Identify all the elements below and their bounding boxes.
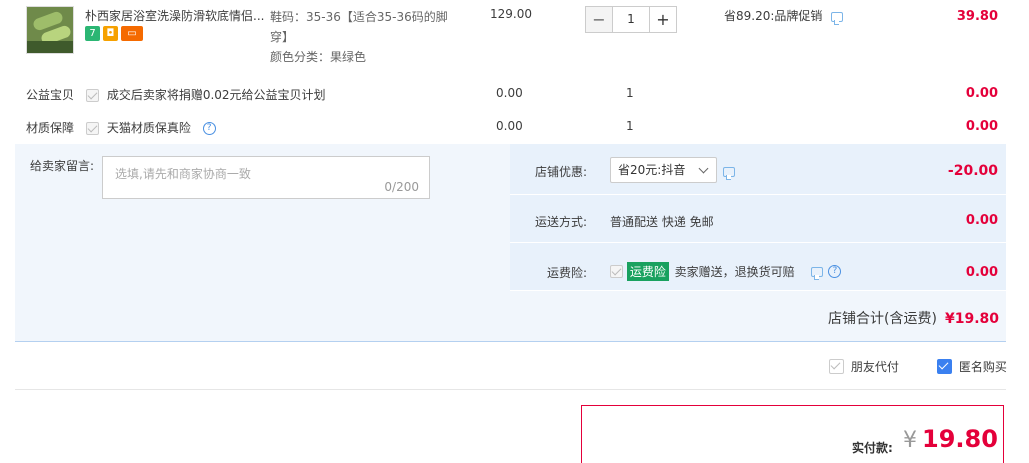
friend-pay-checkbox[interactable]	[829, 359, 844, 374]
material-text: 天猫材质保真险	[106, 121, 191, 135]
insurance-option: 运费险 卖家赠送，退换货可赔 ?	[610, 262, 842, 281]
shop-discount-select[interactable]: 省20元:抖音	[610, 157, 717, 183]
shipping-text: 普通配送 快递 免邮	[610, 215, 714, 229]
anonymous-checkbox[interactable]	[937, 359, 952, 374]
quantity-stepper: − 1 +	[585, 6, 677, 33]
memo-textarea[interactable]: 选填,请先和商家协商一致 0/200	[102, 156, 430, 199]
comment-icon[interactable]	[723, 166, 735, 180]
increase-button[interactable]: +	[649, 6, 677, 33]
charity-text: 成交后卖家将捐赠0.02元给公益宝贝计划	[106, 88, 326, 102]
payment-amount: 19.80	[922, 425, 998, 453]
charity-amount: 0.00	[965, 86, 998, 101]
charity-option: 成交后卖家将捐赠0.02元给公益宝贝计划	[86, 86, 326, 103]
comment-icon[interactable]	[831, 11, 844, 25]
item-subtotal: 39.80	[956, 9, 998, 24]
shipping-amount: 0.00	[965, 213, 998, 228]
promo-text: 省89.20:品牌促销	[724, 7, 844, 25]
guarantee-icon: ◘	[103, 26, 118, 41]
material-amount: 0.00	[965, 119, 998, 134]
quantity-input[interactable]: 1	[613, 6, 649, 33]
memo-label: 给卖家留言:	[30, 159, 95, 173]
insurance-amount: 0.00	[965, 265, 998, 280]
charity-qty: 1	[626, 86, 634, 100]
insurance-label: 运费险:	[547, 266, 588, 280]
product-thumbnail[interactable]	[26, 6, 74, 54]
seven-day-return-icon: 7	[85, 26, 100, 41]
charity-label: 公益宝贝	[26, 88, 75, 102]
friend-pay-option[interactable]: 朋友代付	[829, 358, 899, 375]
friend-pay-label: 朋友代付	[850, 360, 899, 374]
insurance-checkbox[interactable]	[610, 265, 623, 278]
payment-label: 实付款:	[852, 441, 893, 455]
product-sku: 鞋码：35-36【适合35-36码的脚穿】 颜色分类：果绿色	[270, 7, 455, 67]
product-title[interactable]: 朴西家居浴室洗澡防滑软底情侣...	[85, 7, 270, 24]
material-option: 天猫材质保真险 ?	[86, 119, 216, 136]
shop-total-amount: ¥19.80	[944, 311, 999, 327]
shop-total: 店铺合计(含运费) ¥19.80	[828, 308, 999, 328]
material-checkbox[interactable]	[86, 122, 99, 135]
sku-color: 颜色分类：果绿色	[270, 50, 367, 64]
promo-label: 省89.20:品牌促销	[724, 9, 823, 23]
shipping-label: 运送方式:	[535, 215, 588, 229]
shop-discount-amount: -20.00	[947, 163, 998, 179]
shop-total-label: 店铺合计(含运费)	[828, 311, 937, 327]
help-icon[interactable]: ?	[202, 122, 216, 135]
anonymous-label: 匿名购买	[958, 360, 1007, 374]
memo-placeholder: 选填,请先和商家协商一致	[115, 167, 251, 181]
chevron-down-icon	[698, 163, 709, 174]
shop-discount-value: 省20元:抖音	[618, 163, 686, 177]
charity-checkbox[interactable]	[86, 89, 99, 102]
anonymous-option[interactable]: 匿名购买	[937, 358, 1007, 375]
decrease-button[interactable]: −	[585, 6, 613, 33]
comment-icon[interactable]	[810, 266, 823, 280]
memo-counter: 0/200	[384, 180, 419, 194]
insurance-text: 卖家赠送，退换货可赔	[674, 265, 795, 279]
shop-discount-label: 店铺优惠:	[535, 165, 588, 179]
help-icon[interactable]: ?	[828, 265, 842, 278]
material-label: 材质保障	[26, 121, 75, 135]
sku-size: 鞋码：35-36【适合35-36码的脚穿】	[270, 10, 448, 44]
credit-card-icon: ▭	[121, 26, 143, 41]
insurance-tag: 运费险	[626, 262, 669, 281]
unit-price: 129.00	[490, 7, 532, 21]
currency-symbol: ¥	[903, 428, 917, 453]
material-price: 0.00	[496, 119, 523, 133]
divider	[15, 389, 1006, 390]
product-badges: 7 ◘ ▭	[85, 26, 143, 41]
charity-price: 0.00	[496, 86, 523, 100]
material-qty: 1	[626, 119, 634, 133]
